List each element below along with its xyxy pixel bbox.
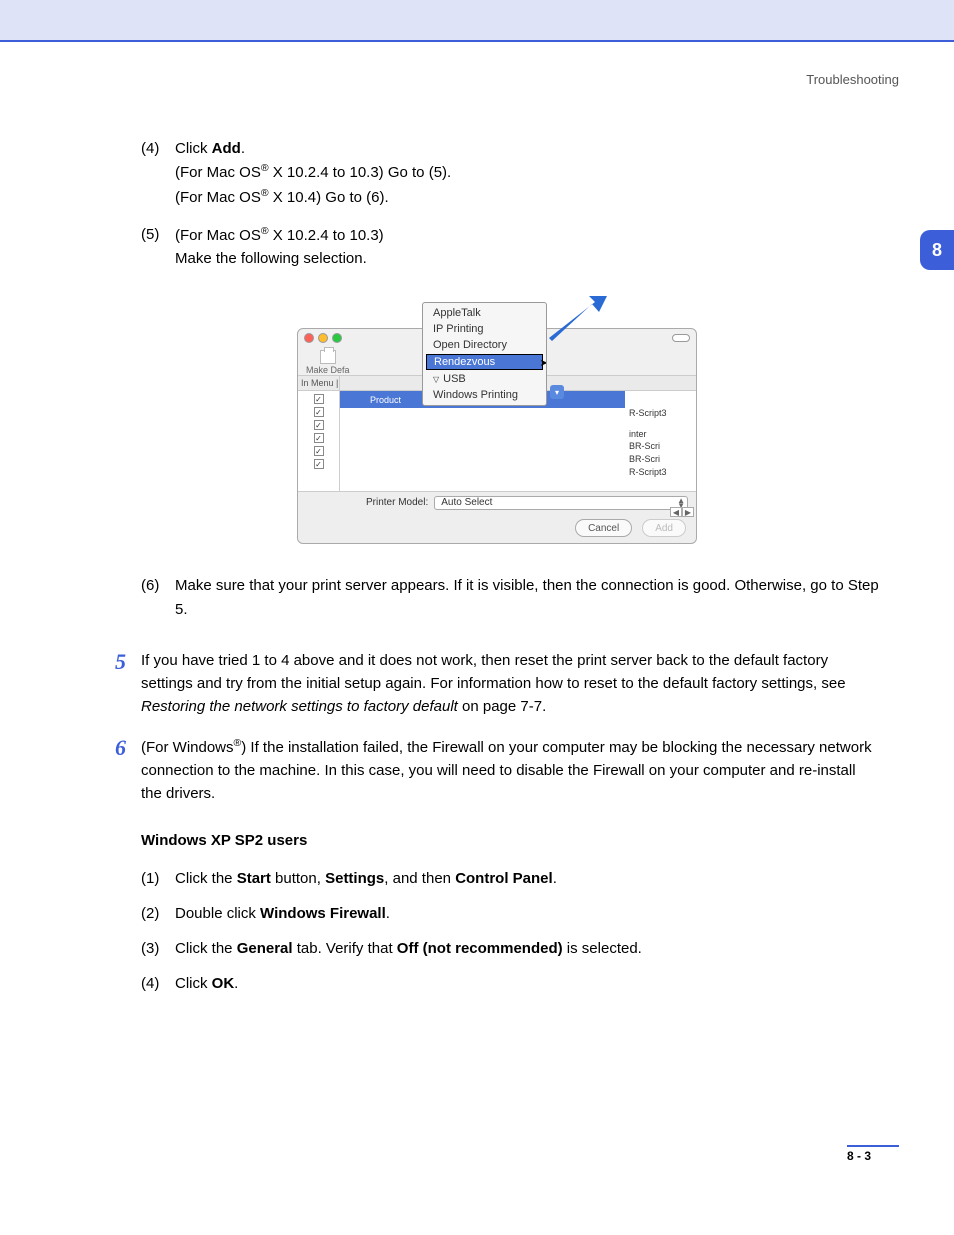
section-header: Troubleshooting xyxy=(55,72,899,87)
right-side-list: R-Script3 inter BR-Scri BR-Scri R-Script… xyxy=(625,391,696,491)
xp-step-1: (1) Click the Start button, Settings, an… xyxy=(141,867,879,890)
scroll-right-button[interactable]: ▶ xyxy=(682,507,694,517)
reg-mark: ® xyxy=(261,187,269,199)
xp-step-3: (3) Click the General tab. Verify that O… xyxy=(141,937,879,960)
cursor-icon: ➤ xyxy=(540,358,547,369)
list-item: inter xyxy=(629,428,696,441)
minimize-traffic-light-icon[interactable] xyxy=(318,333,328,343)
toolbar-make-default[interactable]: Make Defa xyxy=(306,350,350,375)
text: on page 7-7. xyxy=(458,698,546,715)
cancel-button[interactable]: Cancel xyxy=(575,519,632,537)
text: (For Mac OS xyxy=(175,164,261,181)
text: . xyxy=(241,140,245,157)
scroll-left-button[interactable]: ◀ xyxy=(670,507,682,517)
step-6-num: 6 xyxy=(115,735,141,761)
zoom-traffic-light-icon[interactable] xyxy=(332,333,342,343)
footer-accent-line xyxy=(847,1145,899,1147)
text: Click xyxy=(175,140,212,157)
printer-model-select[interactable]: Auto Select ▲▼ xyxy=(434,496,688,510)
substep-6: (6) Make sure that your print server app… xyxy=(141,574,879,621)
checkbox[interactable]: ✓ xyxy=(314,420,324,430)
reg-mark: ® xyxy=(261,162,269,174)
callout-arrow-icon xyxy=(547,296,607,336)
top-bar xyxy=(0,0,954,40)
stepper-icon: ▲▼ xyxy=(677,498,685,508)
reg-mark: ® xyxy=(261,225,269,237)
checkbox[interactable]: ✓ xyxy=(314,433,324,443)
mac-screenshot-figure: AppleTalk IP Printing Open Directory Ren… xyxy=(115,302,879,544)
substep-5-num: (5) xyxy=(141,223,175,271)
dropdown-option-ip[interactable]: IP Printing xyxy=(423,321,546,337)
text: X 10.2.4 to 10.3) xyxy=(269,227,384,244)
step-6: 6 (For Windows®) If the installation fai… xyxy=(115,735,879,1008)
list-item: R-Script3 xyxy=(629,407,696,420)
text: X 10.2.4 to 10.3) Go to (5). xyxy=(269,164,452,181)
printer-model-row: Printer Model: Auto Select ▲▼ ◀ ▶ xyxy=(298,491,696,513)
checkbox[interactable]: ✓ xyxy=(314,446,324,456)
step-5-num: 5 xyxy=(115,649,141,675)
col-in-menu: In Menu | N xyxy=(298,376,340,390)
substep-4: (4) Click Add. (For Mac OS® X 10.2.4 to … xyxy=(141,137,879,209)
checkbox[interactable]: ✓ xyxy=(314,394,324,404)
substep-6-text: Make sure that your print server appears… xyxy=(175,574,879,621)
list-item: BR-Scri xyxy=(629,453,696,466)
page-number: 8 - 3 xyxy=(847,1149,871,1163)
xp-users-heading: Windows XP SP2 users xyxy=(141,829,879,852)
add-bold: Add xyxy=(212,140,241,157)
ref-italic: Restoring the network settings to factor… xyxy=(141,698,458,715)
printer-model-label: Printer Model: xyxy=(366,497,428,508)
page-footer: 8 - 3 xyxy=(847,1145,899,1163)
text: Make the following selection. xyxy=(175,247,879,270)
checkbox[interactable]: ✓ xyxy=(314,407,324,417)
dropdown-option-opendir[interactable]: Open Directory xyxy=(423,337,546,353)
text: If you have tried 1 to 4 above and it do… xyxy=(141,652,846,692)
dropdown-arrow-icon[interactable]: ▾ xyxy=(550,385,564,399)
substep-5: (5) (For Mac OS® X 10.2.4 to 10.3) Make … xyxy=(141,223,879,271)
add-button[interactable]: Add xyxy=(642,519,686,537)
dropdown-option-win[interactable]: Windows Printing xyxy=(423,387,546,403)
list-item: BR-Scri xyxy=(629,440,696,453)
xp-step-2: (2) Double click Windows Firewall. xyxy=(141,902,879,925)
pill-button[interactable] xyxy=(672,334,690,342)
text: (For Mac OS xyxy=(175,227,261,244)
list-item: R-Script3 xyxy=(629,466,696,479)
dropdown-option-rendezvous[interactable]: Rendezvous ➤ xyxy=(426,354,543,370)
connection-type-dropdown[interactable]: AppleTalk IP Printing Open Directory Ren… xyxy=(422,302,547,406)
text: (For Mac OS xyxy=(175,189,261,206)
dropdown-option-appletalk[interactable]: AppleTalk xyxy=(423,305,546,321)
text: X 10.4) Go to (6). xyxy=(269,189,389,206)
text: ) If the installation failed, the Firewa… xyxy=(141,739,872,803)
printer-list-body: Product Type xyxy=(340,391,625,491)
printer-icon xyxy=(320,350,336,364)
substep-6-num: (6) xyxy=(141,574,175,621)
checkbox[interactable]: ✓ xyxy=(314,459,324,469)
dropdown-option-usb[interactable]: ▽USB xyxy=(423,371,546,387)
step-5: 5 If you have tried 1 to 4 above and it … xyxy=(115,649,879,719)
substep-4-num: (4) xyxy=(141,137,175,209)
xp-step-4: (4) Click OK. xyxy=(141,972,879,995)
in-menu-column: ✓ ✓ ✓ ✓ ✓ ✓ xyxy=(298,391,340,491)
close-traffic-light-icon[interactable] xyxy=(304,333,314,343)
text: (For Windows xyxy=(141,739,234,756)
